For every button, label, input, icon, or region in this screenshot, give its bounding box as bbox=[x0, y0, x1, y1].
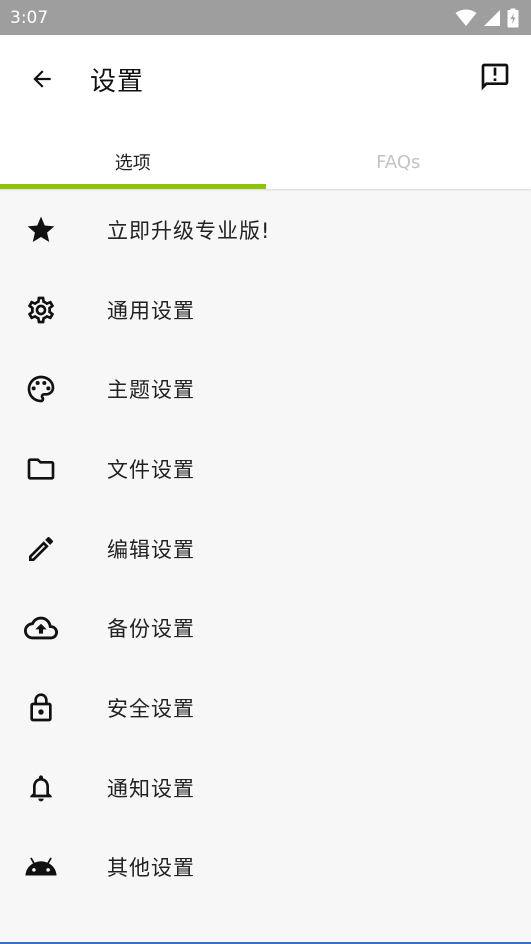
tab-faqs[interactable]: FAQs bbox=[266, 135, 531, 189]
status-time: 3:07 bbox=[10, 7, 49, 28]
arrow-back-icon bbox=[33, 70, 51, 88]
page-title: 设置 bbox=[90, 66, 145, 97]
tab-faqs-label: FAQs bbox=[376, 151, 421, 173]
tab-options[interactable]: 选项 bbox=[0, 135, 266, 189]
pencil-icon bbox=[24, 532, 58, 566]
settings-item-label: 备份设置 bbox=[107, 617, 195, 642]
tab-indicator bbox=[0, 184, 266, 189]
settings-item-label: 文件设置 bbox=[107, 457, 195, 482]
settings-item-edit[interactable]: 编辑设置 bbox=[0, 509, 531, 589]
settings-item-label: 通用设置 bbox=[107, 298, 195, 323]
settings-item-label: 编辑设置 bbox=[107, 537, 195, 562]
wifi-icon bbox=[455, 9, 477, 26]
settings-item-notification[interactable]: 通知设置 bbox=[0, 748, 531, 828]
tab-bar: 选项 FAQs bbox=[0, 135, 531, 189]
feedback-icon bbox=[481, 63, 509, 91]
settings-item-label: 安全设置 bbox=[107, 696, 195, 721]
status-icons bbox=[455, 8, 519, 28]
gear-icon bbox=[24, 293, 58, 327]
settings-list: 立即升级专业版! 通用设置 主题设置 文件设置 编辑设置 备份设置 安全设置 通… bbox=[0, 190, 531, 907]
settings-item-upgrade-pro[interactable]: 立即升级专业版! bbox=[0, 190, 531, 270]
settings-item-general[interactable]: 通用设置 bbox=[0, 270, 531, 350]
settings-item-file[interactable]: 文件设置 bbox=[0, 429, 531, 509]
back-button[interactable] bbox=[22, 59, 62, 99]
battery-icon bbox=[507, 8, 519, 27]
settings-item-security[interactable]: 安全设置 bbox=[0, 668, 531, 748]
settings-item-label: 主题设置 bbox=[107, 378, 195, 403]
settings-item-label: 通知设置 bbox=[107, 776, 195, 801]
settings-item-label: 其他设置 bbox=[107, 856, 195, 881]
lock-icon bbox=[24, 691, 58, 725]
settings-item-other[interactable]: 其他设置 bbox=[0, 828, 531, 908]
star-icon bbox=[24, 213, 58, 247]
settings-item-label: 立即升级专业版! bbox=[107, 218, 271, 243]
cloud-upload-icon bbox=[24, 611, 58, 645]
signal-icon bbox=[484, 9, 500, 26]
settings-item-backup[interactable]: 备份设置 bbox=[0, 588, 531, 668]
status-bar: 3:07 bbox=[0, 0, 531, 35]
folder-icon bbox=[24, 452, 58, 486]
settings-item-theme[interactable]: 主题设置 bbox=[0, 349, 531, 429]
palette-icon bbox=[24, 372, 58, 406]
feedback-button[interactable] bbox=[475, 57, 515, 97]
app-bar: 设置 选项 FAQs bbox=[0, 35, 531, 189]
tab-options-label: 选项 bbox=[114, 153, 151, 174]
android-icon bbox=[24, 850, 58, 884]
bell-icon bbox=[24, 771, 58, 805]
